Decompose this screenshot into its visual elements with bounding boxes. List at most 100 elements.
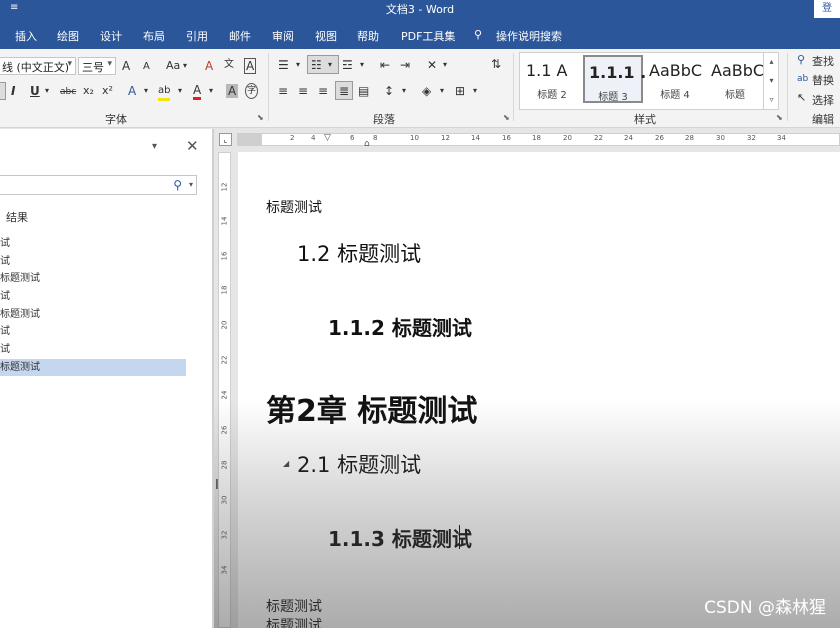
grow-font-icon[interactable]: A [122,59,130,73]
login-button[interactable]: 登 [814,0,840,18]
style-heading-4[interactable]: AaBbC 标题 4 [645,55,705,103]
ruler-mark: 28 [685,134,694,142]
search-icon[interactable]: ⚲ [173,178,182,192]
heading-3[interactable]: 1.1.2 标题测试 [328,312,472,341]
nav-heading-item[interactable]: 试 [0,288,186,305]
nav-heading-item[interactable]: 试 [0,323,186,340]
divider [513,53,514,121]
font-dialog-launcher-icon[interactable]: ⬊ [257,113,264,122]
style-title[interactable]: AaBbC 标题 [707,55,763,103]
borders-icon[interactable]: ⊞ [455,84,465,98]
paragraph-dialog-launcher-icon[interactable]: ⬊ [503,113,510,122]
vertical-ruler[interactable]: 12 14 16 18 20 22 24 26 28 30 32 34 [218,152,231,628]
strikethrough-button[interactable]: abc [60,85,76,99]
clear-format-icon[interactable]: A [205,59,213,73]
tab-mailings[interactable]: 邮件 [229,28,251,44]
tab-help[interactable]: 帮助 [357,28,379,44]
align-center-icon[interactable]: ≡ [298,84,308,98]
nav-heading-item[interactable]: 试 [0,235,186,252]
shrink-font-icon[interactable]: A [143,60,150,74]
subscript-button[interactable]: x₂ [83,84,94,98]
line-spacing-icon[interactable]: ↕ [384,84,394,98]
style-heading-3[interactable]: 1.1.1 . 标题 3 [583,55,646,103]
tab-selector[interactable]: ⌞ [219,133,232,146]
nav-heading-item[interactable]: 试 [0,341,186,358]
tab-draw[interactable]: 绘图 [57,28,79,44]
nav-heading-item[interactable]: 试 [0,253,186,270]
highlight-icon[interactable]: ab [158,84,171,101]
nav-heading-item[interactable]: 标题测试 [0,306,186,323]
italic-button[interactable]: I [11,84,15,98]
align-right-icon[interactable]: ≡ [318,84,328,98]
select-button[interactable]: 选择 [812,92,834,108]
first-line-indent-marker[interactable]: ▽ [324,133,331,143]
bullets-icon[interactable]: ☰ [278,58,289,72]
nav-heading-item-selected[interactable]: 标题测试 [0,359,186,376]
style-preview: 1.1 A [526,61,568,80]
chevron-up-icon[interactable]: ▴ [764,52,779,71]
shading-icon[interactable]: ◈ [422,84,431,98]
decrease-indent-icon[interactable]: ⇤ [380,58,390,72]
ruler-mark: 26 [220,425,229,435]
text-effects-icon[interactable]: A [128,84,136,98]
hanging-indent-marker[interactable]: ⌂ [364,139,370,149]
bold-button[interactable] [0,82,6,100]
align-left-icon[interactable]: ≡ [278,84,288,98]
nav-heading-item[interactable]: 标题测试 [0,270,186,287]
sort-icon[interactable]: ⇅ [491,57,501,71]
heading-2[interactable]: 2.1 标题测试 [297,449,421,479]
chinese-layout-icon[interactable]: ✕ [427,58,437,72]
results-tab[interactable]: 结果 [6,209,28,225]
horizontal-ruler[interactable]: ▽ ⌂ 2 4 6 8 10 12 14 16 18 20 22 24 26 2… [237,133,840,149]
chevron-down-icon[interactable]: ▾ [189,180,193,189]
tab-references[interactable]: 引用 [186,28,208,44]
style-heading-2[interactable]: 1.1 A 标题 2 [522,55,582,103]
font-size-value: 三号 [82,61,104,74]
tab-insert[interactable]: 插入 [15,28,37,44]
tab-layout[interactable]: 布局 [143,28,165,44]
font-name-combo[interactable]: 线 (中文正文) ▾ [0,57,76,75]
search-input[interactable]: ⚲ ▾ [0,175,197,195]
close-icon[interactable]: ✕ [186,137,199,155]
tab-design[interactable]: 设计 [100,28,122,44]
phonetic-guide-icon[interactable]: 文 [224,58,234,72]
ruler-mark: 10 [410,134,419,142]
heading-3[interactable]: 1.1.3 标题测试 [328,523,472,552]
styles-dialog-launcher-icon[interactable]: ⬊ [776,113,783,122]
heading-2[interactable]: 1.2 标题测试 [297,238,421,268]
style-preview: AaBbC [649,61,703,80]
chevron-down-icon: ▾ [360,60,365,69]
enclose-char-icon[interactable]: 字 [245,83,259,99]
char-shading-icon[interactable]: A [226,84,239,98]
pane-options-icon[interactable]: ▾ [152,141,157,152]
change-case-icon[interactable]: Aa [166,59,180,73]
styles-scroll[interactable]: ▴ ▾ ▿ [763,52,779,110]
find-button[interactable]: 查找 [812,53,834,69]
collapse-triangle-icon[interactable]: ◢ [283,459,289,468]
font-size-combo[interactable]: 三号 ▾ [78,57,116,75]
chevron-down-icon: ▾ [402,86,407,95]
multilevel-list-icon[interactable]: ☲ [342,58,353,72]
heading-1[interactable]: 第2章 标题测试 [266,386,477,430]
find-icon: ⚲ [797,53,806,66]
more-styles-icon[interactable]: ▿ [764,90,779,109]
tab-view[interactable]: 视图 [315,28,337,44]
body-text[interactable]: 标题测试 [266,197,322,217]
underline-button[interactable]: U [30,84,40,98]
tab-review[interactable]: 审阅 [272,28,294,44]
replace-button[interactable]: 替换 [812,72,834,88]
ruler-mark: 16 [220,251,229,261]
tell-me-search[interactable]: 操作说明搜索 [496,28,562,44]
font-color-icon[interactable]: A [193,83,202,100]
pane-splitter[interactable] [212,129,214,628]
increase-indent-icon[interactable]: ⇥ [400,58,410,72]
char-border-icon[interactable]: A [244,58,257,74]
chevron-down-icon[interactable]: ▾ [764,71,779,90]
body-text[interactable]: 标题测试 [266,615,322,628]
superscript-button[interactable]: x² [102,84,113,98]
body-text[interactable]: 标题测试 [266,596,322,616]
ruler-mark: 34 [220,565,229,575]
document-page[interactable]: 标题测试 1.2 标题测试 1.1.2 标题测试 第2章 标题测试 ◢ 2.1 … [238,152,840,628]
distributed-icon[interactable]: ▤ [358,84,369,98]
tab-pdf-tools[interactable]: PDF工具集 [401,28,455,44]
